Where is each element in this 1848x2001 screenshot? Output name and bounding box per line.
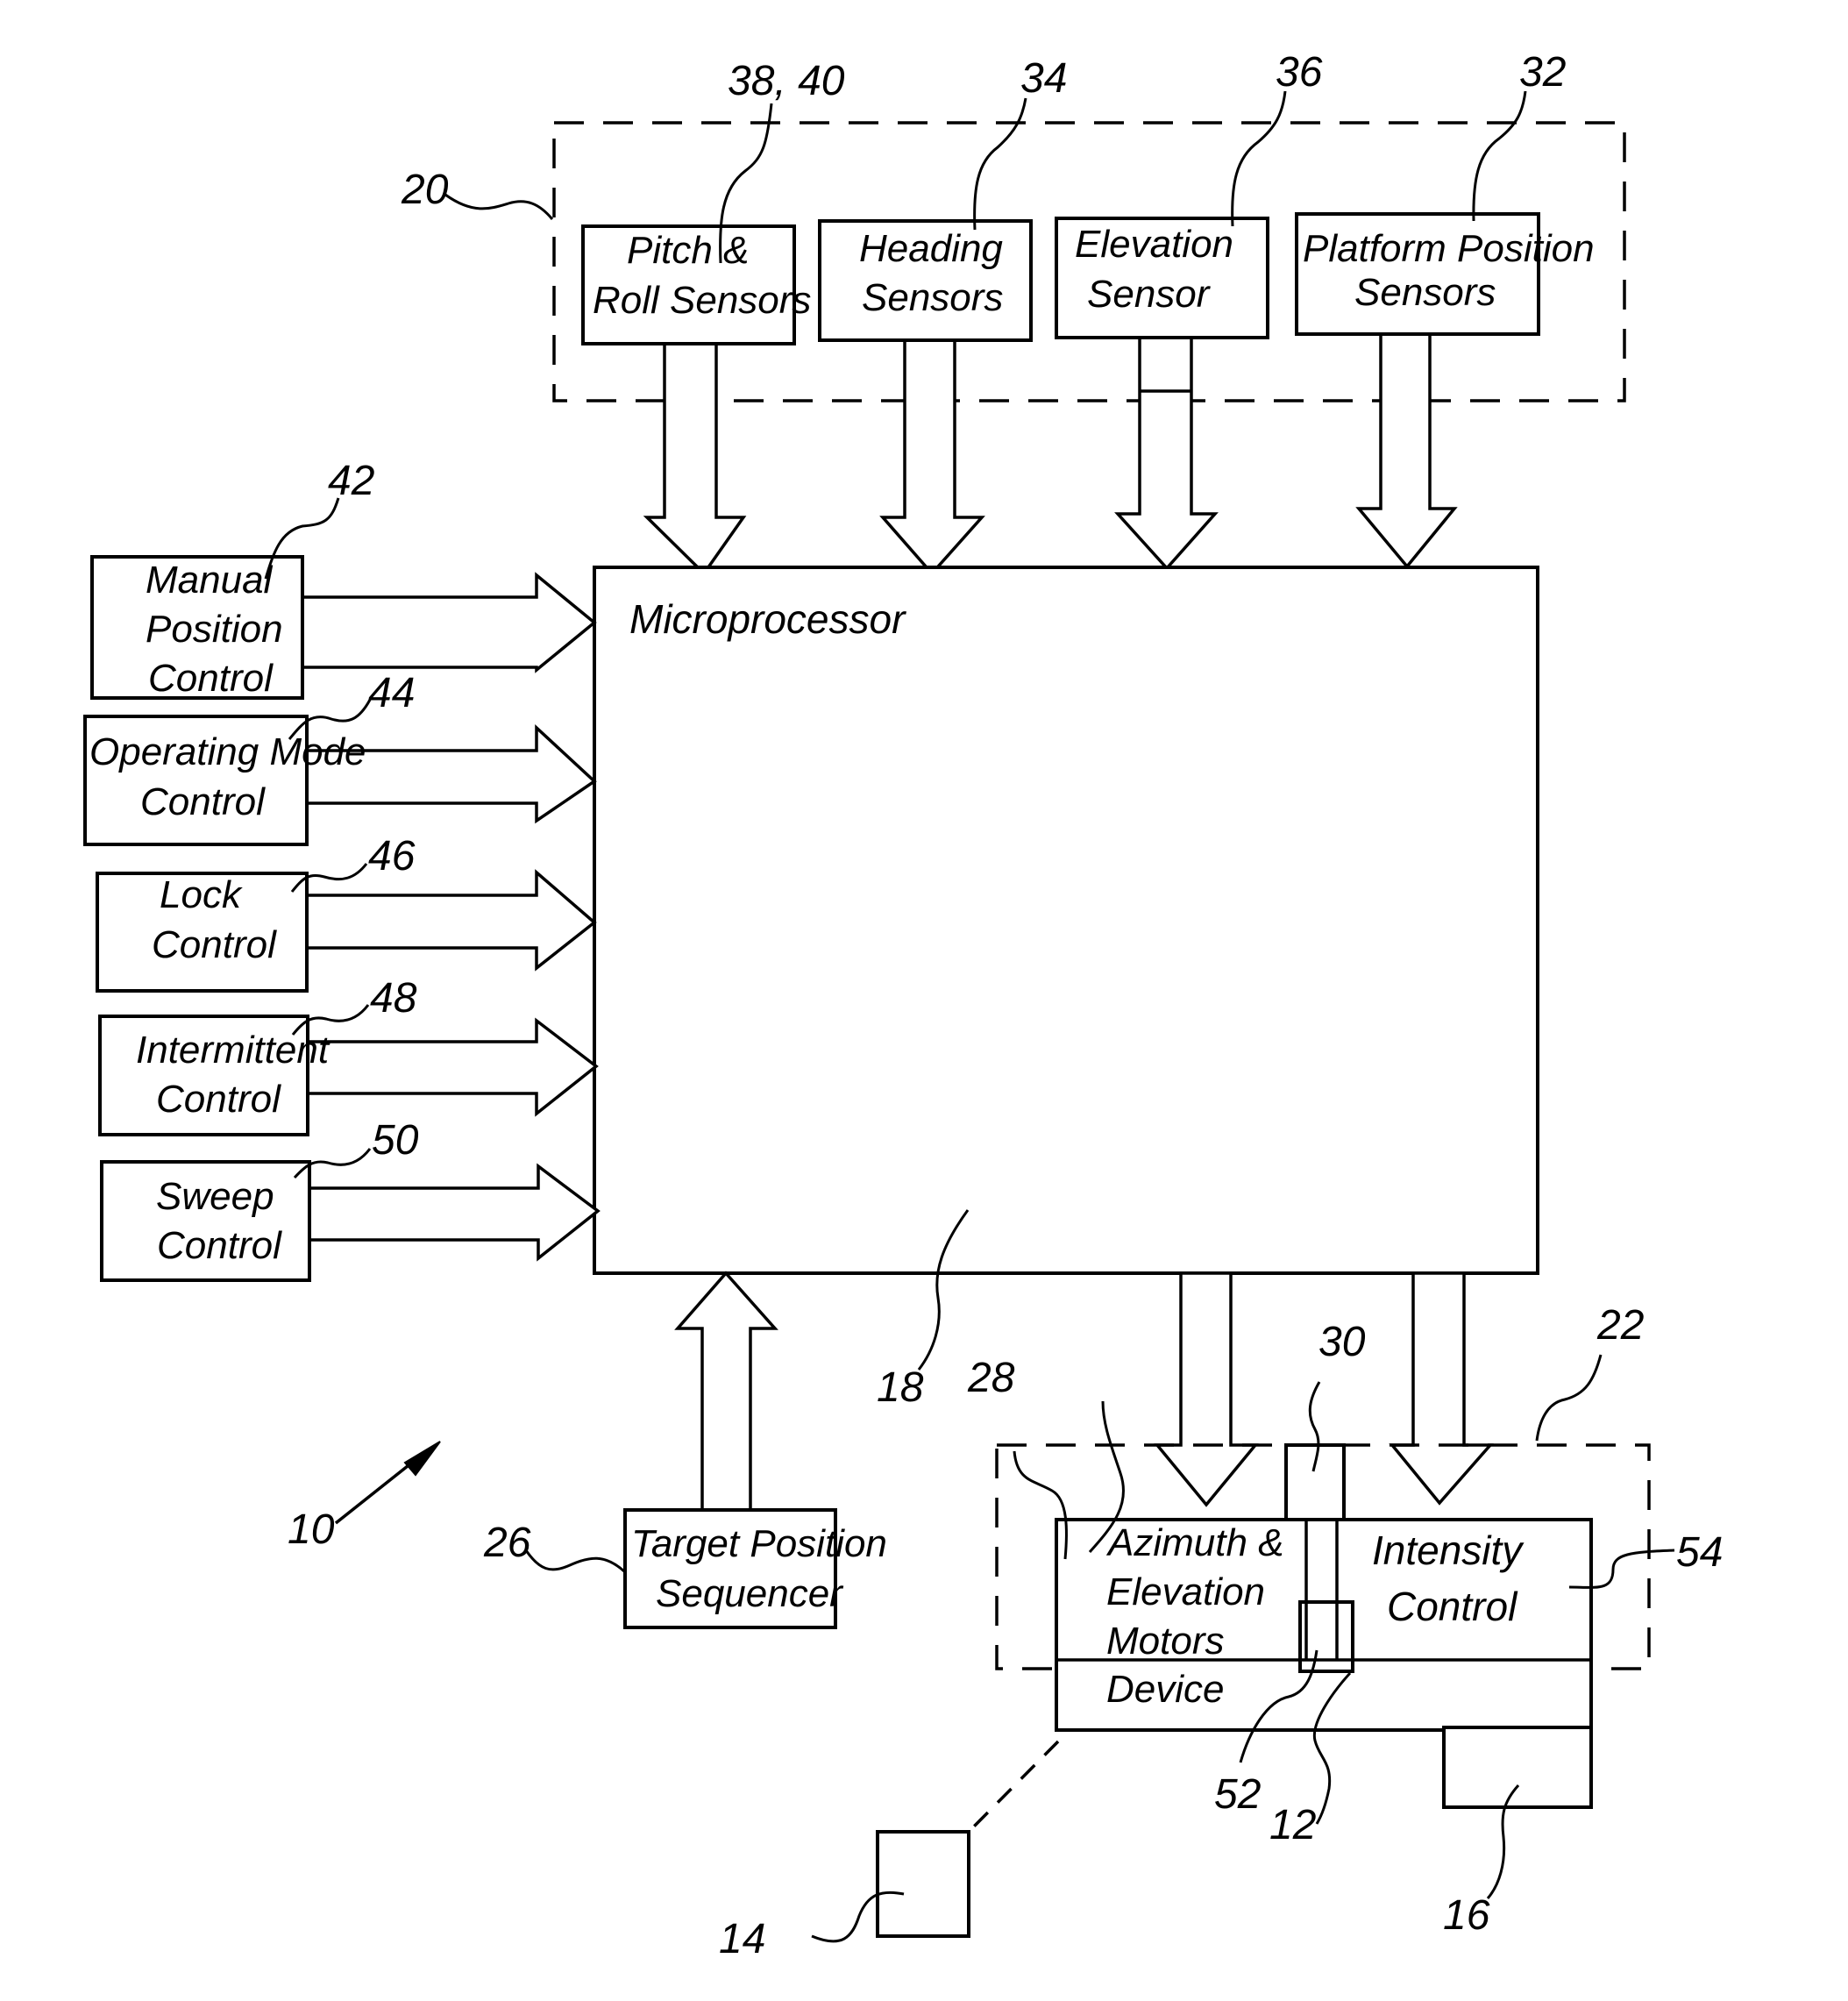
- system-ref-arrowhead: [403, 1441, 441, 1477]
- sweep-line2: Control: [157, 1224, 282, 1267]
- motors-arrow: [1154, 1271, 1259, 1507]
- motors-line1: Azimuth &: [1105, 1521, 1284, 1564]
- elevation-line2: Sensor: [1087, 273, 1212, 316]
- elevation-line1: Elevation: [1075, 223, 1233, 266]
- pitch-roll-line2: Roll Sensors: [593, 279, 811, 322]
- sensor-group-leader: [444, 193, 554, 220]
- component-30-box: [1284, 1443, 1346, 1521]
- component-16-box: [1442, 1726, 1593, 1809]
- component-14-link: [967, 1740, 1060, 1834]
- component-14-box: [876, 1830, 970, 1938]
- microprocessor-label: Microprocessor: [629, 596, 906, 642]
- platform-leader: [1472, 90, 1527, 222]
- manual-line2: Position: [146, 608, 283, 651]
- lock-control-block: Lock Control 46: [96, 833, 597, 993]
- sensor-group-ref: 20: [401, 167, 449, 213]
- intensity-line1: Intensity: [1372, 1527, 1525, 1573]
- platform-position-sensors-block: Platform Position Sensors 32: [1295, 49, 1595, 569]
- device-group-leader: [1535, 1354, 1603, 1442]
- elevation-ref: 36: [1276, 49, 1323, 96]
- manual-position-arrow: [301, 572, 597, 673]
- platform-ref: 32: [1519, 49, 1566, 96]
- component-16-ref: 16: [1443, 1892, 1490, 1939]
- component-30-ref: 30: [1318, 1319, 1366, 1365]
- pitch-roll-arrow: [643, 342, 747, 576]
- platform-line1: Platform Position: [1303, 227, 1595, 270]
- intermittent-ref: 48: [370, 975, 417, 1022]
- microprocessor-box: [593, 566, 1539, 1275]
- intensity-arrow: [1389, 1271, 1494, 1506]
- heading-arrow: [879, 338, 985, 576]
- sweep-control-block: Sweep Control 50: [100, 1117, 601, 1282]
- lock-arrow: [305, 869, 597, 972]
- sequencer-line1: Target Position: [631, 1522, 887, 1565]
- sweep-line1: Sweep: [156, 1175, 274, 1218]
- device-group-ref: 22: [1596, 1302, 1644, 1349]
- motors-line3: Motors: [1106, 1620, 1224, 1663]
- block-diagram: 20 Pitch & Roll Sensors 38, 40 Heading S…: [83, 49, 1723, 1962]
- intermittent-control-block: Intermittent Control 48: [98, 975, 599, 1136]
- pitch-roll-sensors-block: Pitch & Roll Sensors 38, 40: [581, 58, 845, 576]
- microprocessor-ref: 18: [877, 1364, 924, 1411]
- intermittent-line2: Control: [156, 1078, 281, 1121]
- platform-arrow: [1355, 332, 1458, 569]
- heading-leader: [973, 97, 1027, 231]
- sequencer-line2: Sequencer: [656, 1572, 844, 1615]
- platform-line2: Sensors: [1354, 271, 1496, 314]
- manual-line3: Control: [148, 657, 274, 700]
- intensity-ref: 54: [1676, 1529, 1723, 1576]
- heading-line1: Heading: [859, 227, 1003, 270]
- sequencer-ref: 26: [483, 1520, 531, 1566]
- target-position-sequencer-block: Target Position Sequencer 26: [483, 1271, 887, 1629]
- heading-ref: 34: [1020, 55, 1067, 102]
- device-label: Device: [1106, 1668, 1225, 1711]
- lock-line2: Control: [152, 923, 277, 966]
- component-52-ref: 52: [1214, 1771, 1261, 1818]
- lock-ref: 46: [368, 833, 416, 879]
- elevation-arrow: [1114, 336, 1219, 571]
- elevation-sensor-block: Elevation Sensor 36: [1055, 49, 1323, 571]
- sequencer-leader: [524, 1549, 626, 1573]
- intensity-line2: Control: [1387, 1584, 1518, 1629]
- operating-mode-line2: Control: [140, 780, 266, 823]
- manual-ref: 42: [328, 458, 374, 504]
- manual-line1: Manual: [146, 559, 274, 602]
- operating-mode-line1: Operating Mode: [89, 730, 366, 773]
- device-group-block: 22 Azimuth & Elevation Motors Device Int…: [719, 1271, 1723, 1962]
- heading-line2: Sensors: [862, 276, 1003, 319]
- manual-position-control-block: Manual Position Control 42: [90, 458, 597, 700]
- sweep-ref: 50: [372, 1117, 419, 1164]
- component-14-ref: 14: [719, 1916, 765, 1962]
- pitch-roll-ref: 38, 40: [728, 58, 845, 104]
- heading-sensors-block: Heading Sensors 34: [818, 55, 1067, 576]
- sequencer-arrow: [674, 1271, 778, 1512]
- motors-line2: Elevation: [1106, 1570, 1265, 1613]
- elevation-leader: [1231, 90, 1287, 227]
- lock-line1: Lock: [160, 873, 243, 916]
- motors-ref: 28: [967, 1355, 1015, 1401]
- intermittent-arrow: [306, 1017, 599, 1117]
- system-ref-block: 10: [288, 1441, 441, 1553]
- pitch-roll-line1: Pitch &: [627, 229, 749, 272]
- intermittent-line1: Intermittent: [136, 1029, 331, 1072]
- device-ref: 12: [1269, 1802, 1316, 1848]
- operating-mode-ref: 44: [368, 670, 415, 716]
- sweep-arrow: [308, 1163, 601, 1262]
- system-ref: 10: [288, 1506, 335, 1553]
